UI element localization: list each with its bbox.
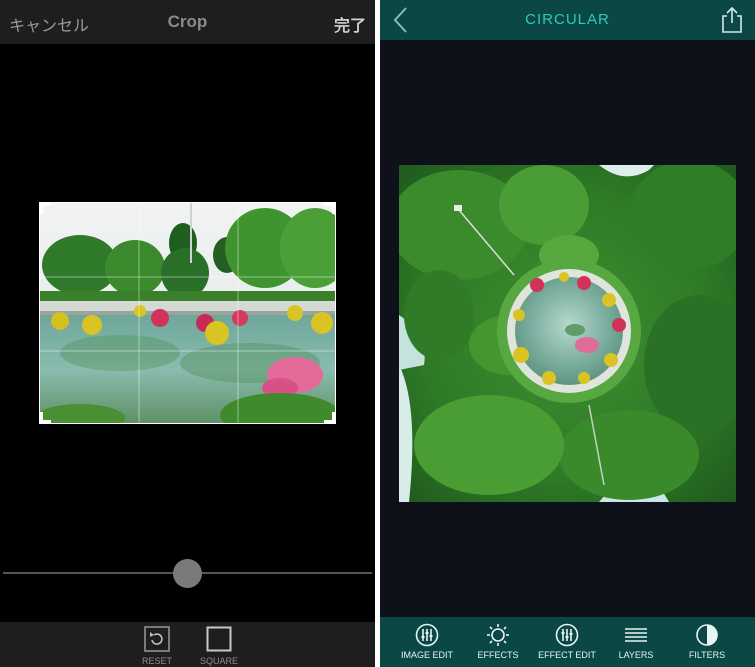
filters-label: FILTERS xyxy=(688,650,726,660)
effects-label: EFFECTS xyxy=(477,650,519,660)
crop-handle-top-left[interactable] xyxy=(39,202,51,214)
sliders-circle-icon xyxy=(415,623,439,647)
edit-toolbar: IMAGE EDIT EFFECTS EFFECT EDIT LAYERS FI… xyxy=(380,617,755,667)
reset-label: RESET xyxy=(141,656,172,666)
effect-edit-button[interactable]: EFFECT EDIT xyxy=(532,623,602,667)
layers-button[interactable]: LAYERS xyxy=(601,623,671,667)
square-aspect-icon xyxy=(206,626,232,652)
image-edit-button[interactable]: IMAGE EDIT xyxy=(392,623,462,667)
layers-label: LAYERS xyxy=(618,650,654,660)
square-button[interactable]: SQUARE xyxy=(189,626,249,666)
sun-burst-icon xyxy=(487,624,509,646)
two-screen-comparison: キャンセル Crop 完了 RESET SQUARE CIRCULAR IMAG… xyxy=(0,0,755,667)
share-button[interactable] xyxy=(720,6,744,34)
circular-photo[interactable] xyxy=(399,165,736,502)
rotation-slider-thumb[interactable] xyxy=(173,559,202,588)
share-icon xyxy=(722,6,742,33)
done-button[interactable]: 完了 xyxy=(334,12,366,36)
cancel-button[interactable]: キャンセル xyxy=(9,12,89,36)
chevron-left-icon xyxy=(393,7,407,33)
back-button[interactable] xyxy=(390,6,414,34)
crop-handle-bottom-left[interactable] xyxy=(39,412,51,424)
crop-handle-top-right[interactable] xyxy=(324,202,336,214)
page-title: CIRCULAR xyxy=(525,11,610,28)
rotate-reset-icon xyxy=(144,626,170,652)
crop-photo[interactable] xyxy=(39,202,336,424)
circular-screen: CIRCULAR IMAGE EDIT EFFECTS EFFECT EDIT … xyxy=(380,0,755,667)
filters-button[interactable]: FILTERS xyxy=(672,623,742,667)
layers-lines-icon xyxy=(625,628,647,642)
sliders-circle-icon xyxy=(555,623,579,647)
reset-button[interactable]: RESET xyxy=(127,626,187,666)
effect-edit-label: EFFECT EDIT xyxy=(538,650,596,660)
crop-screen: キャンセル Crop 完了 RESET SQUARE xyxy=(0,0,375,667)
crop-footer: RESET SQUARE xyxy=(0,622,375,667)
garden-photo xyxy=(40,203,335,423)
tiny-planet-photo xyxy=(399,165,736,502)
square-label: SQUARE xyxy=(199,656,238,666)
crop-handle-bottom-right[interactable] xyxy=(324,412,336,424)
crop-header: キャンセル Crop 完了 xyxy=(0,0,375,44)
effects-button[interactable]: EFFECTS xyxy=(463,623,533,667)
half-circle-icon xyxy=(696,624,718,646)
image-edit-label: IMAGE EDIT xyxy=(400,650,453,660)
circular-header: CIRCULAR xyxy=(380,0,755,40)
